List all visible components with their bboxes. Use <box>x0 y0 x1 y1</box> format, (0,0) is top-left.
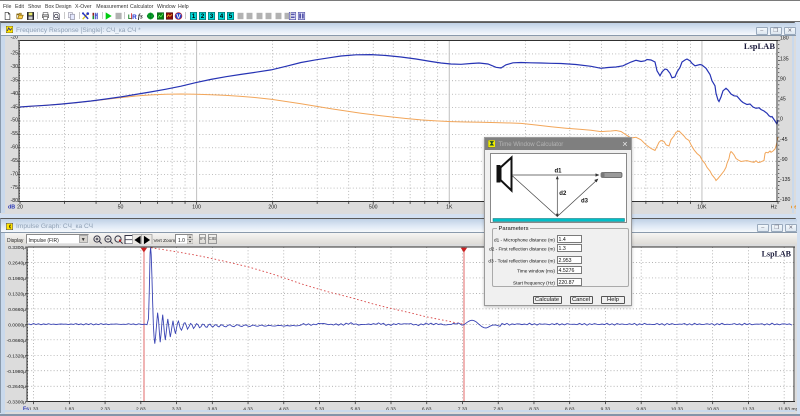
svg-text:d3: d3 <box>581 198 589 204</box>
svg-text:Hz: Hz <box>771 205 778 211</box>
svg-text:135: 135 <box>780 57 789 63</box>
svg-text:0.1980μ: 0.1980μ <box>8 276 26 282</box>
svg-text:fs: fs <box>137 13 142 20</box>
svg-text:-25: -25 <box>11 51 19 57</box>
svg-text:LspLAB: LspLAB <box>744 41 776 51</box>
svg-text:Help: Help <box>178 4 189 10</box>
svg-text:2.953: 2.953 <box>559 258 572 264</box>
svg-text:Display: Display <box>7 238 24 244</box>
svg-text:50: 50 <box>118 205 124 211</box>
svg-text:d3 - Total reflection distance: d3 - Total reflection distance (m) <box>488 258 555 263</box>
svg-text:1.3: 1.3 <box>559 246 566 252</box>
svg-text:Impulse (FIR): Impulse (FIR) <box>29 238 60 244</box>
svg-text:-0.0660μ: -0.0660μ <box>7 338 27 344</box>
svg-text:-60: -60 <box>11 145 19 151</box>
svg-text:-40: -40 <box>11 91 19 97</box>
svg-text:-90: -90 <box>780 157 788 163</box>
svg-text:4.5276: 4.5276 <box>559 268 575 274</box>
svg-text:100: 100 <box>192 205 201 211</box>
svg-text:-35: -35 <box>11 78 19 84</box>
svg-text:X-Over: X-Over <box>75 4 92 10</box>
svg-text:-80: -80 <box>11 198 19 204</box>
svg-text:✕: ✕ <box>622 142 628 149</box>
svg-text:0.0000μ: 0.0000μ <box>8 323 26 329</box>
svg-text:-0.2640μ: -0.2640μ <box>7 385 27 391</box>
svg-text:1.4: 1.4 <box>559 237 566 243</box>
svg-text:-30: -30 <box>11 64 19 70</box>
svg-text:-55: -55 <box>11 131 19 137</box>
svg-text:LspLAB: LspLAB <box>762 250 792 259</box>
svg-text:d1: d1 <box>555 168 563 174</box>
svg-text:10K: 10K <box>697 205 707 211</box>
svg-text:Calculator: Calculator <box>130 4 154 10</box>
svg-text:-0.3300μ: -0.3300μ <box>7 400 27 406</box>
svg-text:-75: -75 <box>11 185 19 191</box>
svg-text:Edit: Edit <box>15 4 24 10</box>
svg-text:45: 45 <box>780 97 786 103</box>
svg-text:0.3300μ: 0.3300μ <box>8 245 26 251</box>
svg-text:-0.1320μ: -0.1320μ <box>7 354 27 360</box>
svg-text:-180: -180 <box>780 197 790 203</box>
svg-text:d2 - First reflection distance: d2 - First reflection distance (m) <box>489 247 555 252</box>
svg-text:-45: -45 <box>780 137 788 143</box>
svg-text:0.2640μ: 0.2640μ <box>8 261 26 267</box>
svg-text:1.0: 1.0 <box>178 238 185 244</box>
svg-text:-65: -65 <box>11 158 19 164</box>
svg-text:180: 180 <box>780 36 789 42</box>
svg-text:Time window (ms): Time window (ms) <box>517 269 555 274</box>
svg-text:1K: 1K <box>446 205 453 211</box>
svg-text:200: 200 <box>268 205 277 211</box>
svg-text:d2: d2 <box>559 191 567 197</box>
svg-text:500: 500 <box>369 205 378 211</box>
svg-text:File: File <box>3 4 11 10</box>
svg-text:-45: -45 <box>11 104 19 110</box>
svg-text:-20: -20 <box>11 36 19 41</box>
svg-text:Impulse Graph: СЧ_ка СЧ: Impulse Graph: СЧ_ка СЧ <box>16 223 93 230</box>
svg-text:Frequency Response [Single]: С: Frequency Response [Single]: СЧ_ка СЧ * <box>16 27 141 34</box>
svg-text:0.1320μ: 0.1320μ <box>8 292 26 298</box>
svg-text:-0.1980μ: -0.1980μ <box>7 369 27 375</box>
svg-text:20: 20 <box>17 205 23 211</box>
svg-text:220.87: 220.87 <box>559 280 575 286</box>
svg-text:-70: -70 <box>11 172 19 178</box>
svg-text:-135: -135 <box>780 177 790 183</box>
svg-text:0.0660μ: 0.0660μ <box>8 307 26 313</box>
svg-text:Window: Window <box>157 4 176 10</box>
svg-text:-50: -50 <box>11 118 19 124</box>
svg-text:Show: Show <box>28 4 41 10</box>
svg-text:Box Design: Box Design <box>45 4 72 10</box>
svg-text:0: 0 <box>780 117 783 123</box>
svg-text:Start frequency (Hz): Start frequency (Hz) <box>513 281 555 286</box>
svg-text:dB: dB <box>8 205 15 211</box>
svg-text:d1 - Microphone distance (m): d1 - Microphone distance (m) <box>494 237 555 242</box>
svg-text:Time Window Calculator: Time Window Calculator <box>499 142 564 148</box>
svg-text:90: 90 <box>780 77 786 83</box>
svg-text:V: V <box>176 13 181 20</box>
svg-text:Measurement: Measurement <box>96 4 128 10</box>
